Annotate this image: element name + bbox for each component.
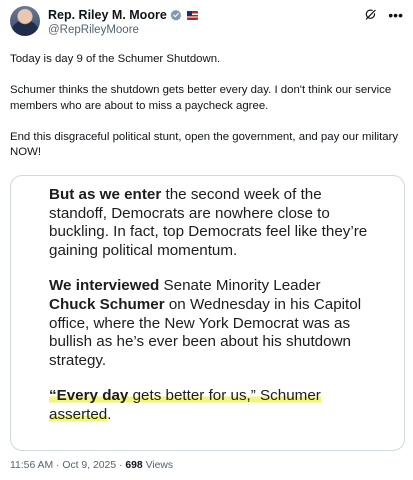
more-options-icon[interactable]: ••• <box>388 8 403 22</box>
excerpt-paragraph-1: But as we enter the second week of the s… <box>49 186 369 260</box>
tweet-text: Today is day 9 of the Schumer Shutdown. … <box>10 52 403 176</box>
tweet-paragraph-2: Schumer thinks the shutdown gets better … <box>10 84 392 112</box>
handle[interactable]: @RepRileyMoore <box>48 24 198 36</box>
views-label: Views <box>142 460 174 471</box>
tweet-paragraph-1: Today is day 9 of the Schumer Shutdown. <box>10 53 221 65</box>
views-count: 698 <box>125 460 143 471</box>
excerpt-p2-mid: Senate Minority Leader <box>159 277 321 295</box>
tweet-header: Rep. Riley M. Moore @RepRileyMoore ••• <box>10 6 403 42</box>
name-row: Rep. Riley M. Moore <box>48 7 198 23</box>
article-excerpt: But as we enter the second week of the s… <box>49 186 369 442</box>
excerpt-paragraph-3: “Every day gets better for us,” Schumer … <box>49 387 369 424</box>
display-name[interactable]: Rep. Riley M. Moore <box>48 8 167 22</box>
excerpt-p3-period: . <box>107 405 112 423</box>
author-block: Rep. Riley M. Moore @RepRileyMoore <box>48 7 198 36</box>
excerpt-paragraph-2: We interviewed Senate Minority Leader Ch… <box>49 277 369 370</box>
footer-separator: · <box>53 460 63 471</box>
excerpt-p2-name: Chuck Schumer <box>49 295 165 313</box>
header-actions: ••• <box>364 8 403 22</box>
attached-image[interactable]: But as we enter the second week of the s… <box>10 175 405 451</box>
verified-badge-icon[interactable] <box>170 9 182 21</box>
excerpt-p3-lead: “Every day <box>49 387 129 405</box>
excerpt-p3-mid: gets better for us,” Schumer <box>128 387 321 405</box>
tweet-date[interactable]: Oct 9, 2025 <box>62 460 116 471</box>
grok-icon[interactable] <box>364 8 378 22</box>
excerpt-p3-end: asserted <box>49 405 108 423</box>
tweet-paragraph-3: End this disgraceful political stunt, op… <box>10 130 399 159</box>
flag-icon <box>186 10 198 20</box>
tweet-time[interactable]: 11:56 AM <box>10 460 53 471</box>
excerpt-p1-lead: But as we enter <box>49 186 162 203</box>
footer-separator: · <box>116 460 126 471</box>
avatar[interactable] <box>10 6 40 36</box>
excerpt-p2-lead: We interviewed <box>49 277 160 295</box>
tweet-footer: 11:56 AM · Oct 9, 2025 · 698 Views <box>10 460 173 471</box>
